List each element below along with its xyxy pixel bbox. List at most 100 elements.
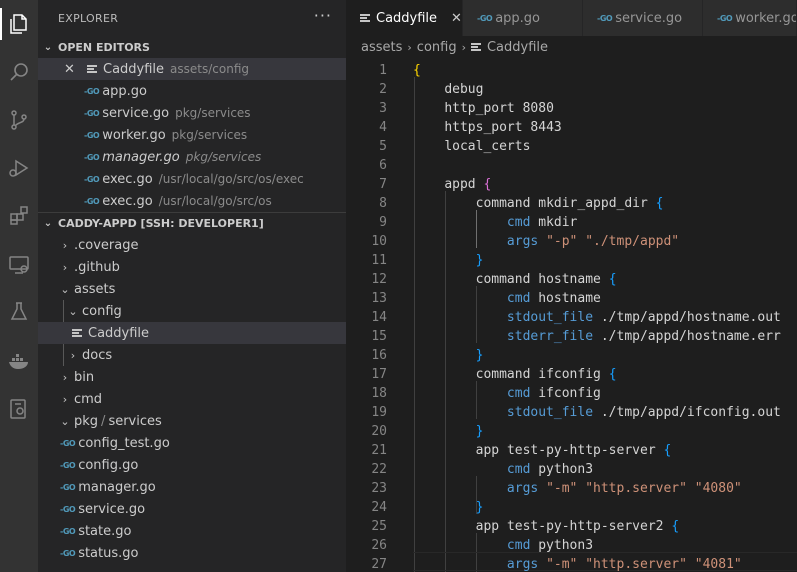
open-editor-manager-go[interactable]: -GO manager.go pkg/services (38, 146, 346, 168)
activity-bar (0, 0, 38, 572)
line-number: 26 (371, 538, 387, 553)
tab-service-go[interactable]: -GO service.go (583, 0, 703, 36)
source-control-icon[interactable] (4, 105, 34, 135)
go-file-icon: -GO (84, 196, 100, 206)
tree-folder-config[interactable]: ⌄ config (38, 300, 346, 322)
line-number: 22 (371, 462, 387, 477)
code-line: command mkdir_appd_dir { (475, 196, 664, 211)
chevron-down-icon: ⌄ (60, 414, 70, 428)
line-number: 6 (379, 158, 387, 173)
explorer-title: EXPLORER (58, 12, 119, 25)
line-number: 12 (371, 272, 387, 287)
code-line: command ifconfig { (475, 367, 617, 382)
breadcrumb-config[interactable]: config (417, 40, 457, 55)
run-debug-icon[interactable] (4, 153, 34, 183)
open-editor-service-go[interactable]: -GO service.go pkg/services (38, 102, 346, 124)
code-line: app test-py-http-server { (475, 443, 672, 458)
line-number: 18 (371, 386, 387, 401)
tree-file-config-go[interactable]: -GO config.go (38, 454, 346, 476)
tab-app-go[interactable]: -GO app.go (463, 0, 583, 36)
line-number: 5 (379, 139, 387, 154)
go-file-icon: -GO (477, 13, 493, 23)
extensions-icon[interactable] (4, 201, 34, 231)
open-editor-exec-go[interactable]: -GO exec.go /usr/local/go/src/os/exec (38, 168, 346, 190)
more-actions-icon[interactable]: ··· (314, 6, 332, 25)
code-line: cmd mkdir (506, 215, 578, 230)
tab-worker-go[interactable]: -GO worker.go (703, 0, 797, 36)
line-number: 1 (379, 63, 387, 78)
tree-folder-coverage[interactable]: › .coverage (38, 234, 346, 256)
code-line: command hostname { (475, 272, 617, 287)
chevron-down-icon: ⌄ (43, 41, 53, 53)
code-line: } (475, 500, 484, 515)
code-line: https_port 8443 (444, 120, 562, 135)
tree-folder-pkg-services[interactable]: ⌄ pkg / services (38, 410, 346, 432)
open-editor-path: pkg/services (171, 128, 248, 142)
tree-folder-cmd[interactable]: › cmd (38, 388, 346, 410)
breadcrumb: assets › config › Caddyfile (346, 36, 797, 58)
line-number: 23 (371, 481, 387, 496)
tree-file-manager-go[interactable]: -GO manager.go (38, 476, 346, 498)
open-editor-name: app.go (102, 83, 147, 99)
code-line: local_certs (444, 139, 531, 154)
tree-file-state-go[interactable]: -GO state.go (38, 520, 346, 542)
open-editor-caddyfile[interactable]: ✕ Caddyfile assets/config (38, 58, 346, 80)
go-file-icon: -GO (60, 482, 76, 492)
line-number: 24 (371, 500, 387, 515)
workspace-header[interactable]: ⌄ CADDY-APPD [SSH: DEVELOPER1] (38, 212, 346, 234)
breadcrumb-assets[interactable]: assets (361, 40, 402, 55)
go-file-icon: -GO (717, 13, 733, 23)
chevron-down-icon: ⌄ (43, 218, 53, 229)
tree-file-caddyfile[interactable]: Caddyfile (38, 322, 346, 344)
line-number: 2 (379, 82, 387, 97)
tab-caddyfile[interactable]: Caddyfile ✕ (346, 0, 463, 36)
chevron-down-icon: ⌄ (68, 304, 78, 318)
chevron-down-icon: ⌄ (60, 282, 70, 296)
go-file-icon: -GO (60, 548, 76, 558)
tree-file-status-go[interactable]: -GO status.go (38, 542, 346, 564)
open-editor-app-go[interactable]: -GO app.go (38, 80, 346, 102)
tree-folder-bin[interactable]: › bin (38, 366, 346, 388)
chevron-right-icon: › (62, 238, 68, 252)
open-editor-name: manager.go (102, 149, 180, 165)
open-editors-header[interactable]: ⌄ OPEN EDITORS (38, 36, 346, 58)
file-lines-icon (72, 328, 82, 338)
search-icon[interactable] (4, 57, 34, 87)
tree-file-config-test-go[interactable]: -GO config_test.go (38, 432, 346, 454)
open-editor-name: exec.go (102, 171, 153, 187)
docker-icon[interactable] (4, 346, 34, 376)
code-line: http_port 8080 (444, 101, 554, 116)
remote-settings-icon[interactable] (4, 394, 34, 424)
explorer-icon[interactable] (4, 9, 34, 39)
chevron-right-icon: › (62, 370, 68, 384)
line-number: 9 (379, 215, 387, 230)
close-icon[interactable]: ✕ (451, 11, 462, 26)
chevron-right-icon: › (62, 392, 68, 406)
tree-file-service-go[interactable]: -GO service.go (38, 498, 346, 520)
go-file-icon: -GO (60, 438, 76, 448)
testing-icon[interactable] (4, 297, 34, 327)
code-line: args "-m" "http.server" "4081" (506, 557, 742, 572)
active-indicator (0, 8, 2, 40)
remote-explorer-icon[interactable] (4, 250, 34, 280)
line-number: 8 (379, 196, 387, 211)
go-file-icon: -GO (597, 13, 613, 23)
breadcrumb-caddyfile[interactable]: Caddyfile (487, 40, 548, 55)
code-editor[interactable]: 1 {2 debug 3 http_port 8080 4 https_port 84… (346, 58, 797, 572)
close-icon[interactable]: ✕ (64, 62, 75, 77)
open-editor-exec-go-os[interactable]: -GO exec.go /usr/local/go/src/os (38, 190, 346, 212)
line-number: 13 (371, 291, 387, 306)
file-lines-icon (360, 13, 370, 23)
tree-folder-github[interactable]: › .github (38, 256, 346, 278)
code-line: cmd ifconfig (506, 386, 601, 401)
tree-folder-docs[interactable]: › docs (38, 344, 346, 366)
open-editor-name: exec.go (102, 193, 153, 209)
open-editor-name: Caddyfile (103, 61, 165, 77)
chevron-right-icon: › (62, 260, 68, 274)
line-number: 14 (371, 310, 387, 325)
go-file-icon: -GO (84, 108, 100, 118)
code-line: debug (444, 82, 484, 97)
line-number: 19 (371, 405, 387, 420)
tree-folder-assets[interactable]: ⌄ assets (38, 278, 346, 300)
open-editor-worker-go[interactable]: -GO worker.go pkg/services (38, 124, 346, 146)
